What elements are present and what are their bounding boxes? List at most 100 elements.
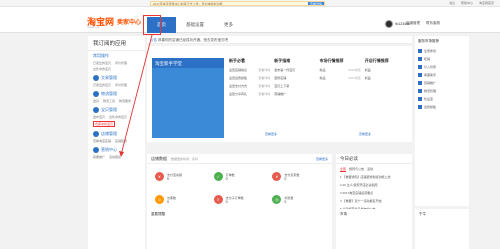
stat-item[interactable]: ☺ 访客数 0: [155, 195, 208, 204]
qianniu-title: 千牛: [419, 212, 426, 216]
sidebar-link[interactable]: 出售中的宝贝: [93, 67, 111, 71]
user-link-shop[interactable]: 店铺管理: [406, 21, 420, 26]
sidebar-section-head[interactable]: 宝贝管理: [93, 107, 140, 113]
stats-title: 店铺数据: [151, 155, 167, 161]
guide-column: 市场行情推荐 新品 1540浏览 新品 1871浏览: [318, 58, 363, 100]
sidebar-link[interactable]: 评价管理: [115, 61, 127, 65]
service-label: 引入管家: [424, 65, 437, 69]
row-value: 查看详情: [258, 84, 271, 88]
column-row[interactable]: 新品 1871浏览: [320, 76, 361, 80]
guide-more-link[interactable]: 查看更多: [265, 132, 277, 136]
sidebar-link[interactable]: 我要推广: [93, 155, 105, 159]
sidebar-link[interactable]: 出售中的宝贝: [109, 115, 127, 119]
sidebar-link[interactable]: 已卖出的宝贝: [93, 61, 111, 65]
announcement-tag: 公告: [150, 38, 157, 42]
sidebar-link[interactable]: 活动报名: [109, 155, 121, 159]
stat-item[interactable]: ◎ 浏览量 0: [272, 195, 325, 204]
sidebar-links: 我要推广 活动报名: [93, 155, 140, 159]
stat-value: 0: [284, 176, 287, 181]
sidebar-link[interactable]: 店铺装修: [115, 139, 127, 143]
market-more-link[interactable]: 查看更多: [359, 132, 371, 136]
user-links: 店铺管理 联系客服: [406, 21, 440, 26]
service-item[interactable]: 物流管理: [415, 87, 469, 95]
sidebar-link[interactable]: 查看淘宝店铺: [93, 139, 111, 143]
stats-grid: ¥ 支付宝余额 0 ✓ 订单数 0 ¥ 支付买家数 0 ☺ 访客数 0 ≡ 支付子订单数 0 ◎ 浏览…: [155, 172, 325, 204]
megaphone-icon: [93, 147, 99, 153]
column-row[interactable]: 新品 1540浏览: [320, 68, 361, 72]
service-label: 售后宝: [424, 97, 434, 101]
column-row[interactable]: 宝贝上下架: [274, 84, 315, 88]
top-link-home[interactable]: 淘宝网首页: [479, 1, 494, 5]
nav-basic-settings[interactable]: 基础设置: [176, 17, 214, 33]
trade-icon: [93, 75, 99, 81]
stat-item[interactable]: ✓ 订单数 0: [213, 172, 267, 181]
column-row[interactable]: 设置分享有礼 查看详情: [229, 92, 270, 96]
top-link-help[interactable]: 帮助中心: [461, 1, 473, 5]
column-row[interactable]: 设置运费模板 查看详情: [229, 76, 270, 80]
service-item[interactable]: 售后宝: [415, 95, 469, 103]
qianniu-panel: 千牛: [415, 209, 469, 249]
sidebar-section-head[interactable]: 店铺管理: [93, 131, 140, 137]
notice-button[interactable]: 查看详情: [307, 2, 324, 5]
announcement-text[interactable]: 恭喜你的店铺已经成功开通，快去发布宝贝吧: [158, 38, 228, 42]
column-row[interactable]: 新品: [365, 68, 406, 72]
column-row[interactable]: 装修店铺: [274, 76, 315, 80]
guide-panel: 淘宝新手学堂 新手必看 设置店铺信息 查看详情 设置运费模板 查看详情 设置支付方式…: [147, 46, 412, 142]
news-item[interactable]: 3 2017淘宝店铺运营要点: [336, 191, 412, 195]
truck-icon: [418, 89, 422, 93]
shield-icon: [418, 97, 422, 101]
service-item[interactable]: 旺铺: [415, 55, 469, 63]
chat-icon: [418, 73, 422, 77]
stat-item[interactable]: ¥ 支付宝余额 0: [155, 172, 208, 181]
news-tab[interactable]: 规则与公告: [349, 167, 364, 172]
stats-link[interactable]: 查看更多: [316, 157, 328, 161]
sidebar-section-head[interactable]: 营销中心: [93, 147, 140, 153]
sidebar-link[interactable]: 已卖出的宝贝: [93, 83, 111, 87]
row-value: 查看详情: [258, 92, 271, 96]
sidebar-section-head[interactable]: 物流管理: [93, 91, 140, 97]
sidebar-link[interactable]: 评价管理: [115, 83, 127, 87]
avatar[interactable]: [385, 20, 394, 28]
top-bar: 2017年淘宝卖家中心新版正式上线，欢迎体验新功能 查看详情 消息 帮助中心 淘…: [0, 0, 500, 7]
stat-item[interactable]: ¥ 支付买家数 0: [272, 172, 325, 181]
service-item[interactable]: 营销推广: [415, 79, 469, 87]
row-label: 宝贝上下架: [274, 84, 290, 88]
reminder-title: 重要提醒: [151, 212, 165, 216]
column-row[interactable]: 发布第一件宝贝: [274, 68, 315, 72]
stat-label: 支付宝余额: [167, 172, 183, 177]
check-icon: ✓: [213, 172, 223, 181]
news-item[interactable]: 4 【重要】双十一活动报名开始: [336, 199, 412, 203]
column-head: 开店行情推荐: [364, 58, 389, 63]
sidebar-link[interactable]: 发货: [93, 99, 99, 103]
news-tab[interactable]: 全部: [340, 167, 347, 172]
service-item[interactable]: 生意参谋: [415, 47, 469, 55]
sidebar-link[interactable]: 物流工具: [103, 99, 115, 103]
sidebar-link-highlighted[interactable]: 仓库中的宝贝: [93, 121, 116, 127]
sidebar-link[interactable]: 发布宝贝: [93, 115, 105, 119]
user-link-service[interactable]: 联系客服: [426, 21, 440, 26]
guide-columns: 新手必看 设置店铺信息 查看详情 设置运费模板 查看详情 设置支付方式 查看详情 设置…: [227, 58, 408, 100]
column-row[interactable]: 营销推广: [274, 92, 315, 96]
section-label: 营销中心: [101, 147, 117, 152]
guide-banner[interactable]: 淘宝新手学堂: [152, 58, 224, 138]
column-row[interactable]: 设置支付方式 查看详情: [229, 84, 270, 88]
row-value: 查看详情: [258, 76, 271, 80]
column-head: 新手必看: [229, 58, 245, 63]
sidebar-section-head[interactable]: 交易管理: [93, 75, 140, 81]
news-tab[interactable]: 活动: [367, 167, 373, 172]
news-item[interactable]: 2 26 达人/卖家开店必读指南: [336, 183, 412, 187]
nav-more[interactable]: 更多: [214, 17, 243, 33]
service-item[interactable]: 引入管家: [415, 63, 469, 71]
column-row[interactable]: 设置店铺信息 查看详情: [229, 68, 270, 72]
news-item[interactable]: 1 【重要通知】店铺装修新版功能上线: [336, 175, 412, 179]
eye-icon: ◎: [272, 195, 282, 204]
service-item[interactable]: 客服助手: [415, 71, 469, 79]
top-link-messages[interactable]: 消息: [449, 1, 455, 5]
sidebar-section-head[interactable]: 常用操作: [93, 53, 140, 59]
sidebar-link[interactable]: 物流服务: [119, 99, 131, 103]
section-label: 店铺管理: [101, 131, 117, 136]
stat-item[interactable]: ≡ 支付子订单数 0: [213, 195, 267, 204]
row-value: 1540浏览: [348, 68, 361, 72]
column-row[interactable]: 新品: [365, 76, 406, 80]
service-item[interactable]: 运费模板: [415, 103, 469, 111]
